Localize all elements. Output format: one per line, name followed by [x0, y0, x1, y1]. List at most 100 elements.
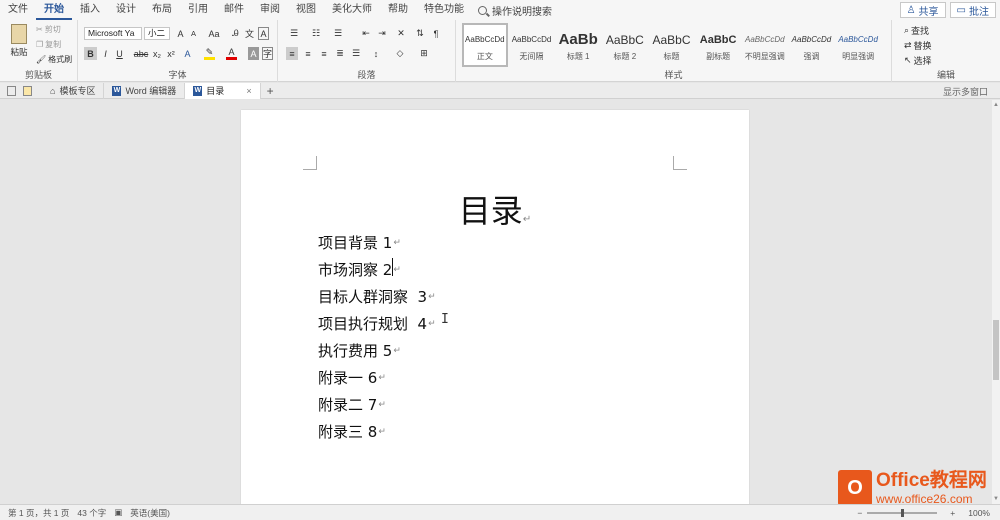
paste-button[interactable]: 粘贴 [8, 24, 30, 58]
align-right-icon[interactable]: ≡ [318, 47, 330, 60]
comments-button[interactable]: ▭ 批注 [949, 2, 996, 18]
borders-icon[interactable]: ⊞ [416, 47, 432, 60]
numbering-icon[interactable]: ☷ [308, 27, 324, 40]
toc-entry[interactable]: 项目执行规划 4 ↵ [318, 310, 436, 337]
font-size-select[interactable]: 小二 [144, 27, 170, 40]
style-emphasis[interactable]: AaBbCcDd 强调 [789, 23, 835, 67]
tab-review[interactable]: 审阅 [252, 0, 288, 20]
shrink-font-button[interactable]: A [188, 27, 199, 40]
paragraph-mark: ↵ [393, 345, 401, 356]
tab-view[interactable]: 视图 [288, 0, 324, 20]
scroll-down-icon[interactable]: ▼ [993, 496, 999, 502]
toc-entry[interactable]: 目标人群洞察 3 ↵ [318, 283, 436, 310]
style-subtitle[interactable]: AaBbC 副标题 [695, 23, 741, 67]
language-indicator[interactable]: 英语(美国) [130, 507, 170, 519]
toc-entry[interactable]: 市场洞察 2 ↵ [318, 256, 436, 283]
tab-current-document[interactable]: W 目录 × [185, 82, 261, 99]
underline-button[interactable]: U [114, 47, 125, 60]
tab-features[interactable]: 特色功能 [416, 0, 472, 20]
tab-design[interactable]: 设计 [108, 0, 144, 20]
style-title[interactable]: AaBbC 标题 [649, 23, 695, 67]
style-heading-1[interactable]: AaBb 标题 1 [555, 23, 601, 67]
tab-mailings[interactable]: 邮件 [216, 0, 252, 20]
shading-icon[interactable]: ◇ [392, 47, 408, 60]
zoom-level[interactable]: 100% [968, 508, 990, 518]
copy-button[interactable]: ❐ 复制 [36, 39, 61, 50]
italic-button[interactable]: I [100, 47, 111, 60]
line-spacing-icon[interactable]: ↕ [368, 47, 384, 60]
document-page[interactable]: 目录↵ 项目背景 1 ↵ 市场洞察 2 ↵ 目标人群洞察 3 ↵ 项目执行规划 4 ↵ … [241, 110, 749, 504]
scroll-up-icon[interactable]: ▲ [993, 102, 999, 108]
increase-indent-icon[interactable]: ⇥ [376, 27, 388, 40]
justify-icon[interactable]: ≣ [334, 47, 346, 60]
sort-icon[interactable]: ⇅ [414, 27, 426, 40]
bullets-icon[interactable]: ☰ [286, 27, 302, 40]
vertical-scrollbar[interactable]: ▲ ▼ [992, 100, 1000, 504]
toc-entry[interactable]: 执行费用 5 ↵ [318, 337, 436, 364]
page-count[interactable]: 第 1 页，共 1 页 [8, 507, 69, 519]
font-color-icon[interactable]: A [226, 47, 237, 60]
tab-home[interactable]: 开始 [36, 0, 72, 20]
tab-help[interactable]: 帮助 [380, 0, 416, 20]
zoom-slider-knob[interactable] [901, 509, 905, 517]
scroll-thumb[interactable] [993, 320, 999, 380]
tell-me-search[interactable]: 操作说明搜索 [478, 3, 552, 18]
multilevel-list-icon[interactable]: ☰ [330, 27, 346, 40]
tab-layout[interactable]: 布局 [144, 0, 180, 20]
folder-icon[interactable] [23, 85, 32, 96]
zoom-out-icon[interactable]: − [857, 508, 862, 518]
tab-references[interactable]: 引用 [180, 0, 216, 20]
multi-window-toggle[interactable]: 显示多窗口 [943, 85, 988, 98]
strikethrough-button[interactable]: abc [134, 47, 149, 60]
style-normal[interactable]: AaBbCcDd 正文 [462, 23, 508, 67]
zoom-in-icon[interactable]: + [950, 508, 955, 518]
show-marks-icon[interactable]: ¶ [430, 27, 442, 40]
align-left-icon[interactable]: ≡ [286, 47, 298, 60]
share-button[interactable]: ♙ 共享 [899, 2, 946, 18]
style-sample: AaBbCcDd [511, 35, 552, 44]
proofing-icon[interactable]: ▣ [114, 507, 122, 518]
find-button[interactable]: ⌕ 查找 [904, 24, 929, 37]
highlight-icon[interactable]: ✎ [204, 47, 215, 60]
grow-font-button[interactable]: A [175, 27, 186, 40]
text-caret [392, 258, 393, 276]
char-shading-icon[interactable]: A [248, 47, 259, 60]
word-count[interactable]: 43 个字 [77, 507, 106, 519]
decrease-indent-icon[interactable]: ⇤ [360, 27, 372, 40]
replace-button[interactable]: ⇄ 替换 [904, 39, 932, 52]
toc-entry[interactable]: 附录一 6 ↵ [318, 364, 436, 391]
tab-file[interactable]: 文件 [0, 0, 36, 20]
align-center-icon[interactable]: ≡ [302, 47, 314, 60]
tab-word-editor[interactable]: W Word 编辑器 [104, 82, 186, 99]
toc-entry[interactable]: 附录二 7 ↵ [318, 391, 436, 418]
subscript-button[interactable]: x₂ [152, 47, 162, 60]
font-family-select[interactable]: Microsoft Ya [84, 27, 142, 40]
change-case-button[interactable]: Aa [206, 27, 222, 40]
phonetic-icon[interactable]: 文 [244, 27, 255, 40]
text-effects-icon[interactable]: A [182, 47, 193, 60]
superscript-button[interactable]: x² [166, 47, 176, 60]
new-doc-icon[interactable] [7, 85, 16, 96]
style-no-spacing[interactable]: AaBbCcDd 无间隔 [509, 23, 555, 67]
word-icon: W [112, 85, 122, 96]
chinese-layout-icon[interactable]: ✕ [394, 27, 408, 40]
distributed-icon[interactable]: ☰ [350, 47, 362, 60]
cut-button[interactable]: ✂ 剪切 [36, 24, 61, 35]
style-intense-emphasis[interactable]: AaBbCcDd 明显强调 [835, 23, 881, 67]
format-painter-button[interactable]: 🖌 格式刷 [36, 54, 72, 65]
char-border-icon[interactable]: A [258, 27, 269, 40]
select-button[interactable]: ↖ 选择 [904, 54, 932, 67]
style-heading-2[interactable]: AaBbC 标题 2 [602, 23, 648, 67]
style-subtle-emphasis[interactable]: AaBbCcDd 不明显强调 [742, 23, 788, 67]
tab-insert[interactable]: 插入 [72, 0, 108, 20]
close-icon[interactable]: × [246, 86, 251, 96]
tab-templates[interactable]: ⌂ 模板专区 [42, 82, 105, 99]
new-tab-button[interactable]: + [267, 84, 274, 98]
enclose-char-icon[interactable]: 字 [262, 47, 273, 60]
toc-entry[interactable]: 项目背景 1 ↵ [318, 229, 436, 256]
bold-button[interactable]: B [84, 47, 97, 60]
clear-format-icon[interactable]: Ꭿ [230, 27, 241, 40]
toc-entry[interactable]: 附录三 8 ↵ [318, 418, 436, 445]
zoom-slider[interactable] [867, 509, 938, 517]
tab-beautify[interactable]: 美化大师 [324, 0, 380, 20]
